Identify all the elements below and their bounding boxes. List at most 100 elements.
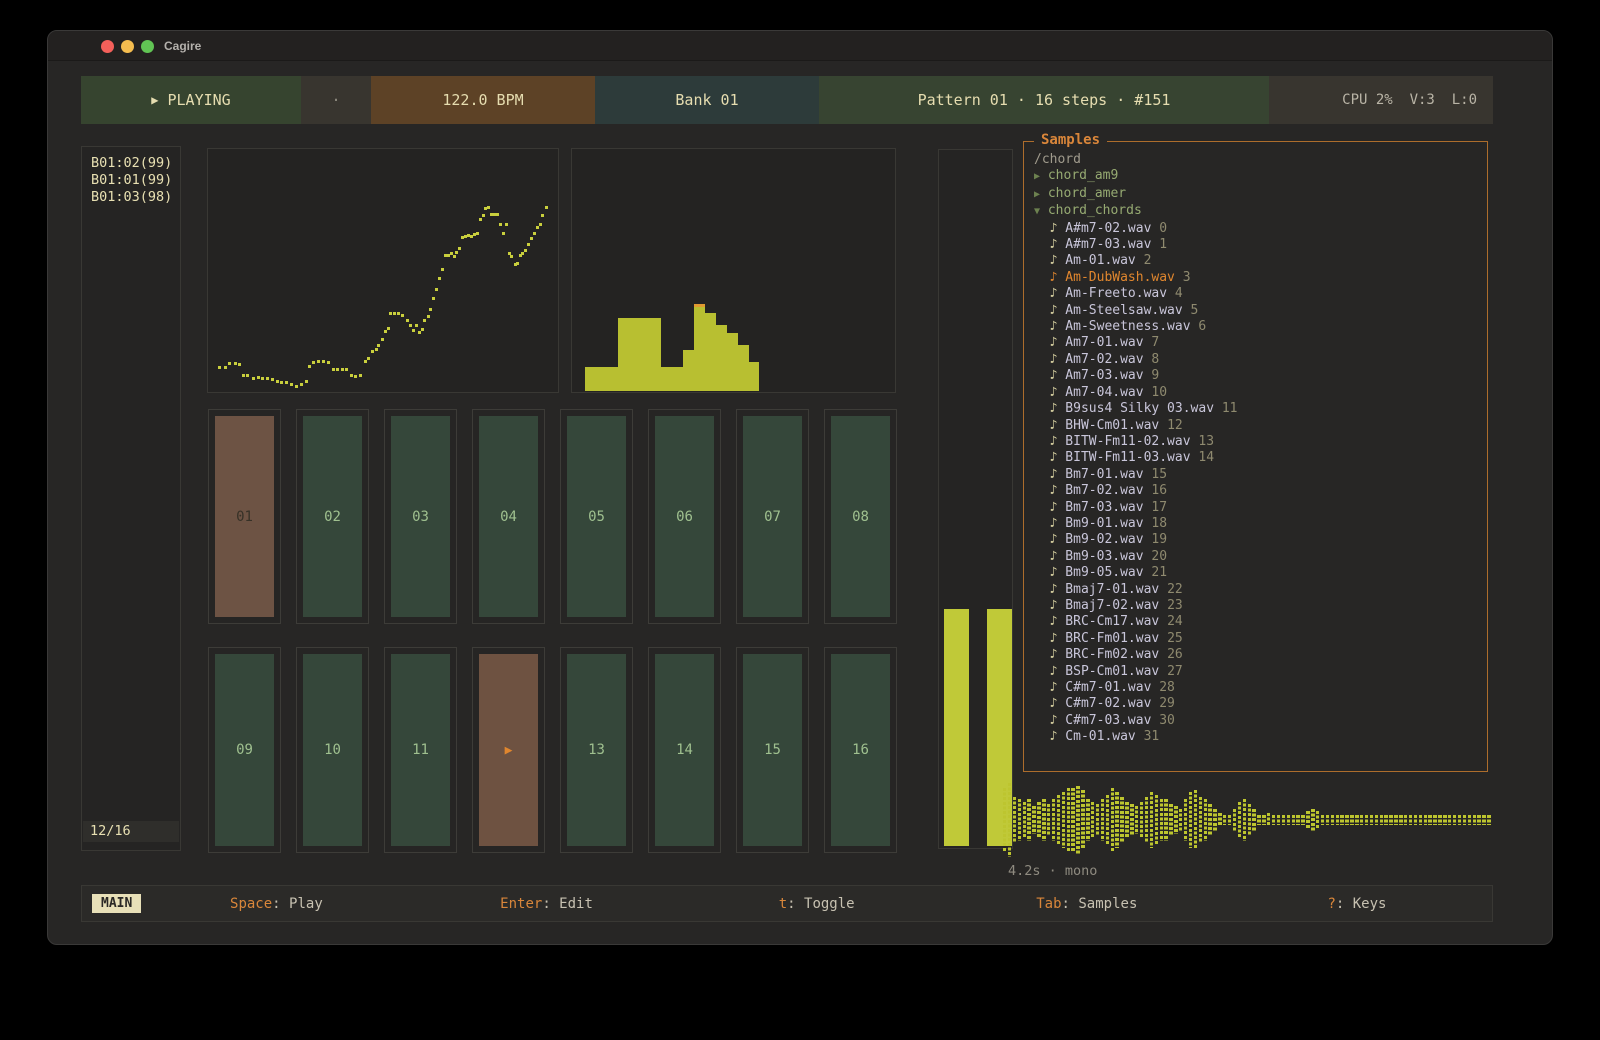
sample-file[interactable]: ♪ Bm9-02.wav 19 [1034,532,1483,548]
scatter-dot [432,297,435,300]
sample-file[interactable]: ♪ C#m7-01.wav 28 [1034,680,1483,696]
hint-key: Tab [1036,896,1061,912]
music-note-icon: ♪ [1050,368,1058,383]
close-window-button[interactable] [101,40,114,53]
pad-01[interactable]: 01 [208,409,281,624]
waveform-column [1331,815,1334,824]
sample-file[interactable]: ♪ BHW-Cm01.wav 12 [1034,418,1483,434]
folder-chord_chords[interactable]: ▼ chord_chords [1034,203,1483,220]
music-note-icon: ♪ [1050,352,1058,367]
pad-10[interactable]: 10 [296,647,369,853]
waveform-column [1106,795,1109,846]
folder-chord_am9[interactable]: ▶ chord_am9 [1034,168,1483,185]
sample-file[interactable]: ♪ Am7-02.wav 8 [1034,352,1483,368]
waveform-column [1482,815,1485,824]
histogram-bar [727,333,738,391]
music-note-icon: ♪ [1050,582,1058,597]
sample-index: 20 [1151,549,1167,564]
pad-11[interactable]: 11 [384,647,457,853]
scatter-dot [453,255,456,258]
sample-file[interactable]: ♪ BRC-Cm17.wav 24 [1034,614,1483,630]
minimize-window-button[interactable] [121,40,134,53]
hint-space: Space: Play [141,896,411,912]
waveform-column [1018,799,1021,840]
pad-06[interactable]: 06 [648,409,721,624]
sample-file[interactable]: ♪ C#m7-02.wav 29 [1034,696,1483,712]
sample-file[interactable]: ♪ A#m7-02.wav 0 [1034,221,1483,237]
histogram-bar [639,318,650,391]
sample-file[interactable]: ♪ Am-DubWash.wav 3 [1034,270,1483,286]
queue-entry: B01:03(98) [91,189,180,206]
samples-panel-title: Samples [1034,132,1107,148]
waveform-column [1389,815,1392,824]
pad-03[interactable]: 03 [384,409,457,624]
scatter-dot [276,380,279,383]
waveform-column [1438,815,1441,824]
collapsed-arrow-icon[interactable]: ▶ [1034,171,1040,182]
sample-file[interactable]: ♪ Bm9-03.wav 20 [1034,549,1483,565]
pad-14[interactable]: 14 [648,647,721,853]
sample-file[interactable]: ♪ Am7-01.wav 7 [1034,335,1483,351]
scatter-dot [533,232,536,235]
waveform-column [1409,815,1412,824]
music-note-icon: ♪ [1050,286,1058,301]
sample-file[interactable]: ♪ Bmaj7-02.wav 23 [1034,598,1483,614]
waveform-column [1384,815,1387,824]
expanded-arrow-icon[interactable]: ▼ [1034,206,1040,217]
voice-queue-panel: B01:02(99)B01:01(99)B01:03(98) 12/16 [81,146,181,851]
pad-label: 11 [391,654,450,846]
sample-file[interactable]: ♪ Bm7-02.wav 16 [1034,483,1483,499]
sample-file[interactable]: ♪ Am-01.wav 2 [1034,253,1483,269]
sample-file[interactable]: ♪ Bm9-01.wav 18 [1034,516,1483,532]
collapsed-arrow-icon[interactable]: ▶ [1034,189,1040,200]
scatter-dot [336,368,339,371]
sample-file[interactable]: ♪ Am-Steelsaw.wav 5 [1034,303,1483,319]
pad-07[interactable]: 07 [736,409,809,624]
sample-file[interactable]: ♪ Am-Freeto.wav 4 [1034,286,1483,302]
sample-file[interactable]: ♪ BRC-Fm02.wav 26 [1034,647,1483,663]
pad-13[interactable]: 13 [560,647,633,853]
sample-file[interactable]: ♪ Bm9-05.wav 21 [1034,565,1483,581]
sample-file[interactable]: ♪ BITW-Fm11-02.wav 13 [1034,434,1483,450]
sample-file[interactable]: ♪ C#m7-03.wav 30 [1034,713,1483,729]
sample-file[interactable]: ♪ Am7-04.wav 10 [1034,385,1483,401]
sample-file[interactable]: ♪ A#m7-03.wav 1 [1034,237,1483,253]
scatter-dot [458,247,461,250]
waveform-column [1208,804,1211,836]
waveform-column [1345,815,1348,824]
waveform-column [1115,792,1118,847]
pads-grid: 0102030405060708 091011▶13141516 [208,409,898,853]
scatter-dot [280,381,283,384]
sample-file[interactable]: ♪ B9sus4 Silky 03.wav 11 [1034,401,1483,417]
sample-file[interactable]: ♪ Bmaj7-01.wav 22 [1034,582,1483,598]
footer-bar: MAIN Space: PlayEnter: Editt: ToggleTab:… [81,885,1493,922]
pad-12[interactable]: ▶ [472,647,545,853]
folder-chord_amer[interactable]: ▶ chord_amer [1034,186,1483,203]
samples-browser-panel[interactable]: Samples /chord▶ chord_am9▶ chord_amer▼ c… [1023,141,1488,772]
pad-02[interactable]: 02 [296,409,369,624]
sample-file[interactable]: ♪ BRC-Fm01.wav 25 [1034,631,1483,647]
step-position: 12/16 [83,821,179,842]
sample-file[interactable]: ♪ Am7-03.wav 9 [1034,368,1483,384]
waveform-column [1340,815,1343,824]
sample-file[interactable]: ♪ Am-Sweetness.wav 6 [1034,319,1483,335]
waveform-column [1204,799,1207,840]
sample-file[interactable]: ♪ BITW-Fm11-03.wav 14 [1034,450,1483,466]
sample-file[interactable]: ♪ BSP-Cm01.wav 27 [1034,664,1483,680]
pad-09[interactable]: 09 [208,647,281,853]
sample-file[interactable]: ♪ Bm7-01.wav 15 [1034,467,1483,483]
pad-08[interactable]: 08 [824,409,897,624]
pad-05[interactable]: 05 [560,409,633,624]
pad-15[interactable]: 15 [736,647,809,853]
sample-index: 19 [1151,532,1167,547]
sample-histogram-chart [571,148,896,393]
pad-04[interactable]: 04 [472,409,545,624]
pad-16[interactable]: 16 [824,647,897,853]
waveform-column [1101,799,1104,840]
sample-file[interactable]: ♪ Bm7-03.wav 17 [1034,500,1483,516]
scatter-dot [350,374,353,377]
waveform-column [1091,802,1094,839]
sample-file[interactable]: ♪ Cm-01.wav 31 [1034,729,1483,745]
hint-t: t: Toggle [682,896,952,912]
zoom-window-button[interactable] [141,40,154,53]
